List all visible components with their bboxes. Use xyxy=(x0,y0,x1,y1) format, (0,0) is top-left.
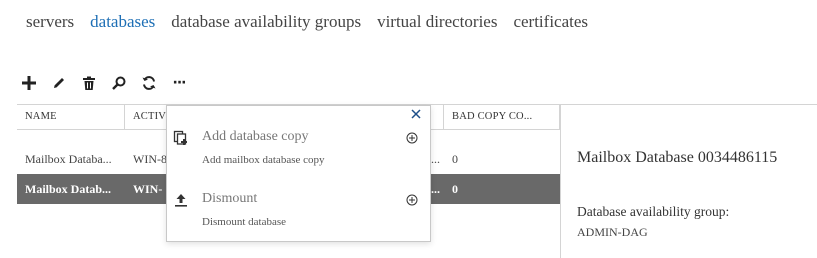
plus-icon xyxy=(22,76,36,90)
cell-bad-copy-count: 0 xyxy=(452,152,458,166)
column-header-bad-copy-count[interactable]: BAD COPY CO... xyxy=(444,105,560,129)
more-button[interactable]: ··· xyxy=(168,72,190,94)
delete-button[interactable] xyxy=(78,72,100,94)
add-button[interactable] xyxy=(18,72,40,94)
edit-icon xyxy=(54,78,64,88)
more-icon: ··· xyxy=(172,75,187,91)
details-title: Mailbox Database 0034486115 xyxy=(577,149,778,166)
tab-database-availability-groups[interactable]: database availability groups xyxy=(171,12,361,32)
details-dag-label: Database availability group: xyxy=(577,204,730,219)
cell-name: Mailbox Databa... xyxy=(25,152,112,166)
tab-certificates[interactable]: certificates xyxy=(513,12,588,32)
tab-virtual-directories[interactable]: virtual directories xyxy=(377,12,497,32)
more-actions-popup: Add database copy Add mailbox database c… xyxy=(166,105,431,242)
menu-item-title: Dismount xyxy=(202,191,258,206)
tab-databases[interactable]: databases xyxy=(90,12,155,32)
menu-item-subtitle: Add mailbox database copy xyxy=(202,154,325,166)
cell-name: Mailbox Datab... xyxy=(25,182,112,196)
search-icon xyxy=(112,76,126,90)
tab-servers[interactable]: servers xyxy=(26,12,74,32)
delete-icon xyxy=(83,76,95,90)
menu-item-add-database-copy[interactable]: Add database copy Add mailbox database c… xyxy=(167,126,430,178)
add-database-copy-icon xyxy=(173,130,187,145)
column-header-name[interactable]: NAME xyxy=(17,105,125,129)
tab-bar: servers databases database availability … xyxy=(26,12,588,32)
menu-item-subtitle: Dismount database xyxy=(202,216,287,228)
search-button[interactable] xyxy=(108,72,130,94)
details-pane: Mailbox Database 0034486115 Database ava… xyxy=(560,104,817,258)
dismount-icon xyxy=(175,194,187,207)
cell-bad-copy-count: 0 xyxy=(452,182,458,196)
edit-button[interactable] xyxy=(48,72,70,94)
details-dag-value: ADMIN-DAG xyxy=(577,225,648,239)
refresh-button[interactable] xyxy=(138,72,160,94)
toolbar: ··· xyxy=(18,72,198,94)
expand-plus-icon[interactable] xyxy=(406,132,418,144)
close-icon[interactable] xyxy=(409,107,423,121)
expand-plus-icon[interactable] xyxy=(406,194,418,206)
refresh-icon xyxy=(142,76,156,90)
menu-item-dismount[interactable]: Dismount Dismount database xyxy=(167,188,430,240)
menu-item-title: Add database copy xyxy=(202,129,309,144)
